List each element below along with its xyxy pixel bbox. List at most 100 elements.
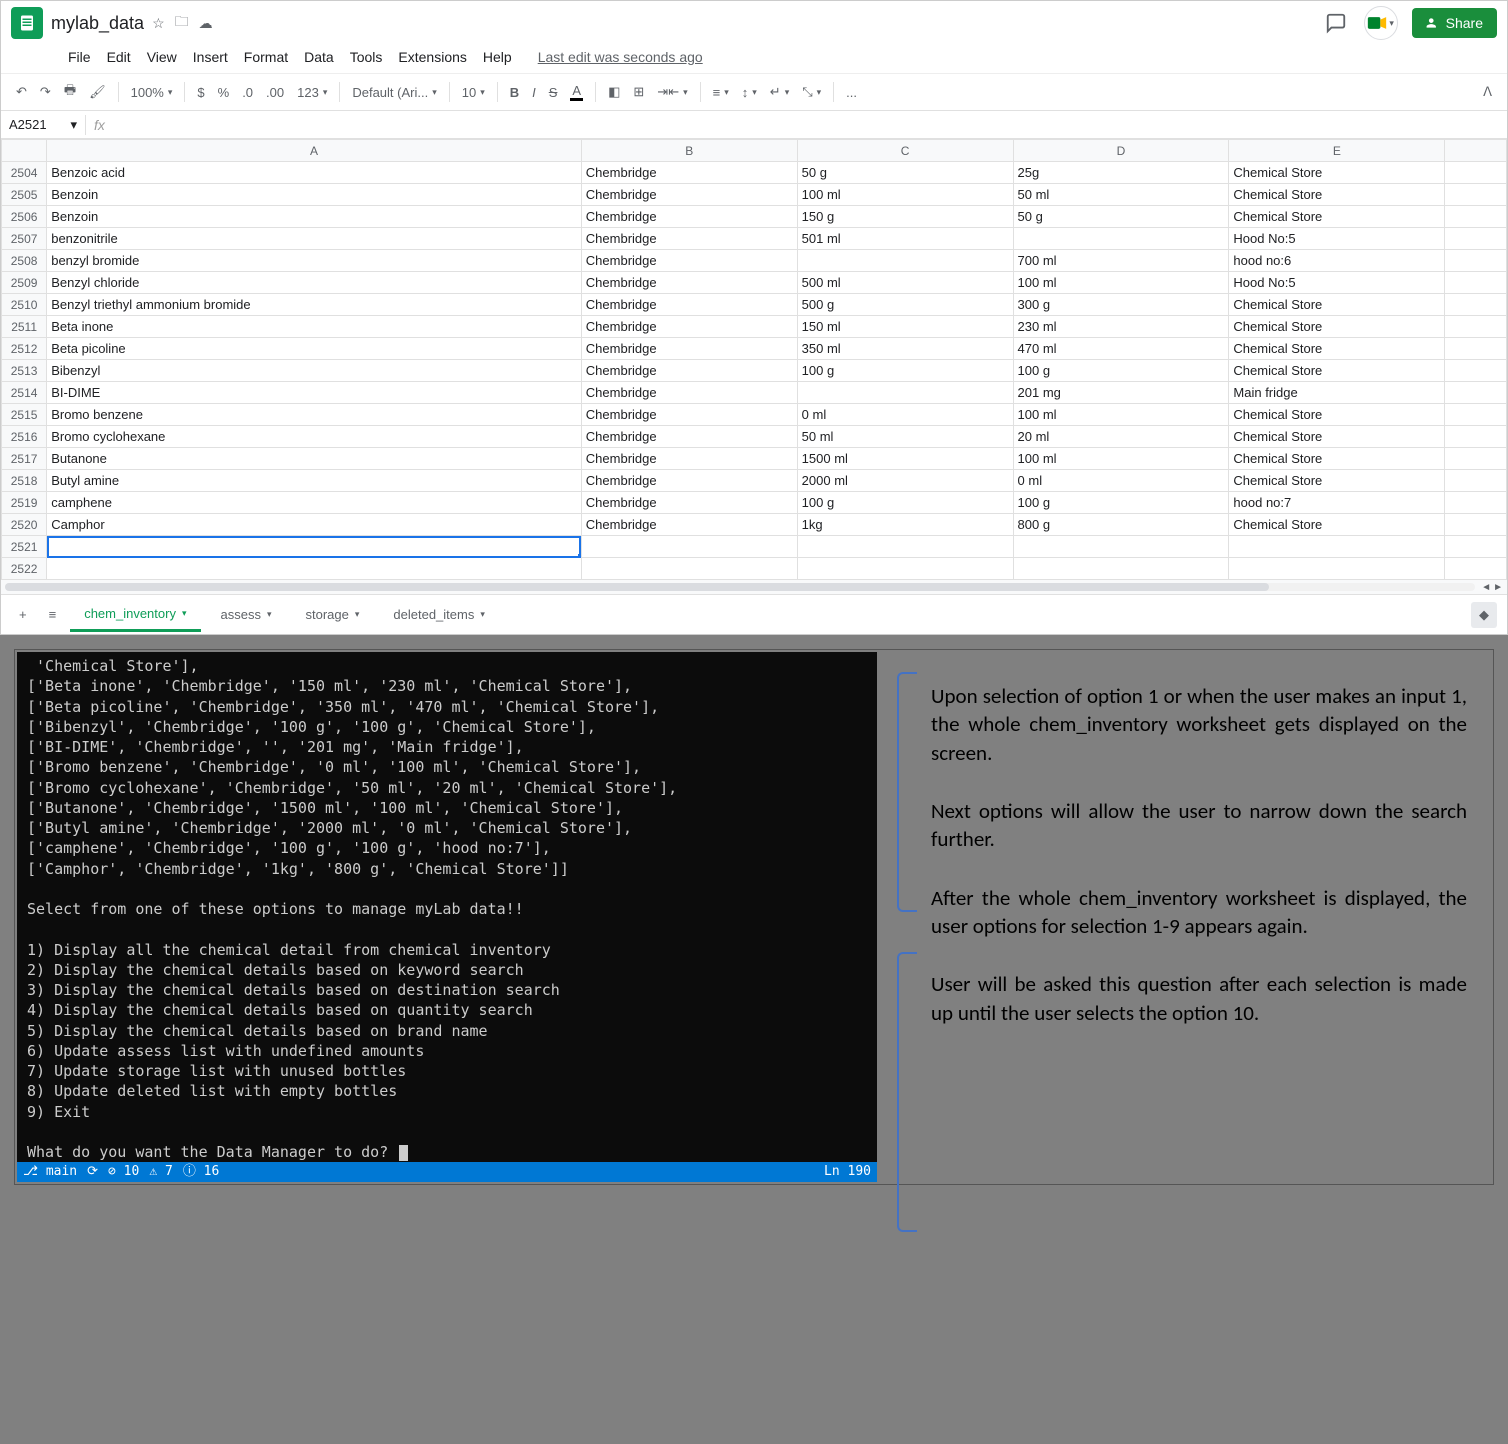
cell[interactable]: Benzyl chloride (47, 272, 582, 294)
cell[interactable] (1445, 250, 1507, 272)
cell[interactable]: Chembridge (581, 206, 797, 228)
cloud-icon[interactable]: ☁ (199, 15, 213, 32)
cell[interactable] (797, 382, 1013, 404)
cell[interactable] (1445, 294, 1507, 316)
increase-decimal-button[interactable]: .00 (261, 81, 289, 104)
move-icon[interactable]: 🗀 (175, 11, 189, 35)
cell[interactable]: Beta inone (47, 316, 582, 338)
cell[interactable]: 500 ml (797, 272, 1013, 294)
cell[interactable] (1445, 206, 1507, 228)
all-sheets-button[interactable]: ≡ (41, 603, 65, 626)
horizontal-scrollbar[interactable]: ◄► (1, 580, 1507, 594)
cell[interactable]: Chemical Store (1229, 184, 1445, 206)
menu-insert[interactable]: Insert (186, 45, 235, 69)
row-header[interactable]: 2509 (2, 272, 47, 294)
zoom-select[interactable]: 100%▾ (126, 81, 178, 104)
cell[interactable]: Bibenzyl (47, 360, 582, 382)
cell[interactable] (797, 250, 1013, 272)
decrease-decimal-button[interactable]: .0 (237, 81, 258, 104)
row-header[interactable]: 2504 (2, 162, 47, 184)
star-icon[interactable]: ☆ (152, 15, 165, 32)
cell[interactable]: Benzyl triethyl ammonium bromide (47, 294, 582, 316)
cell[interactable]: 1kg (797, 514, 1013, 536)
explore-button[interactable]: ◆ (1471, 602, 1497, 628)
redo-icon[interactable]: ↷ (35, 80, 56, 104)
h-align-button[interactable]: ≡▾ (708, 81, 734, 104)
text-color-button[interactable]: A (565, 79, 588, 105)
cell[interactable]: Chemical Store (1229, 162, 1445, 184)
cell[interactable]: 50 ml (797, 426, 1013, 448)
status-warnings[interactable]: ⚠ 7 (149, 1163, 172, 1181)
spreadsheet-grid[interactable]: A B C D E 2504 Benzoic acid Chembridge 5… (1, 139, 1507, 580)
cell[interactable] (1445, 162, 1507, 184)
sheet-tab-deleted_items[interactable]: deleted_items▾ (379, 598, 498, 632)
cell[interactable] (581, 536, 797, 558)
cell[interactable]: 150 ml (797, 316, 1013, 338)
cell[interactable] (797, 536, 1013, 558)
cell[interactable]: 50 ml (1013, 184, 1229, 206)
menu-view[interactable]: View (140, 45, 184, 69)
cell[interactable]: 100 g (797, 360, 1013, 382)
font-select[interactable]: Default (Ari...▾ (347, 81, 441, 104)
cell[interactable]: Beta picoline (47, 338, 582, 360)
cell[interactable]: Benzoic acid (47, 162, 582, 184)
row-header[interactable]: 2515 (2, 404, 47, 426)
cell[interactable] (1445, 426, 1507, 448)
cell[interactable]: Chembridge (581, 162, 797, 184)
name-box[interactable]: A2521▾ (1, 115, 86, 135)
cell[interactable]: Benzoin (47, 206, 582, 228)
cell[interactable]: 50 g (797, 162, 1013, 184)
cell[interactable]: 100 ml (1013, 448, 1229, 470)
cell[interactable] (1445, 448, 1507, 470)
cell[interactable] (47, 536, 582, 558)
row-header[interactable]: 2520 (2, 514, 47, 536)
last-edit-link[interactable]: Last edit was seconds ago (531, 45, 710, 69)
cell[interactable]: Chembridge (581, 448, 797, 470)
cell[interactable]: Chemical Store (1229, 360, 1445, 382)
cell[interactable]: 300 g (1013, 294, 1229, 316)
cell[interactable]: 201 mg (1013, 382, 1229, 404)
cell[interactable]: 25g (1013, 162, 1229, 184)
cell[interactable]: Bromo cyclohexane (47, 426, 582, 448)
rotate-button[interactable]: ⤡▾ (797, 80, 826, 104)
cell[interactable] (1013, 536, 1229, 558)
cell[interactable]: hood no:7 (1229, 492, 1445, 514)
cell[interactable]: 350 ml (797, 338, 1013, 360)
cell[interactable] (581, 558, 797, 580)
menu-file[interactable]: File (61, 45, 98, 69)
cell[interactable]: BI-DIME (47, 382, 582, 404)
bold-button[interactable]: B (505, 81, 524, 104)
cell[interactable]: Hood No:5 (1229, 272, 1445, 294)
cell[interactable]: Chembridge (581, 228, 797, 250)
cell[interactable] (1445, 470, 1507, 492)
cell[interactable]: Bromo benzene (47, 404, 582, 426)
cell[interactable]: Chembridge (581, 272, 797, 294)
print-icon[interactable]: 🖶 (59, 77, 81, 107)
undo-icon[interactable]: ↶ (11, 80, 32, 104)
add-sheet-button[interactable]: + (11, 603, 35, 626)
row-header[interactable]: 2522 (2, 558, 47, 580)
cell[interactable]: hood no:6 (1229, 250, 1445, 272)
italic-button[interactable]: I (527, 81, 541, 104)
row-header[interactable]: 2507 (2, 228, 47, 250)
cell[interactable] (1445, 536, 1507, 558)
cell[interactable]: Benzoin (47, 184, 582, 206)
cell[interactable]: Chemical Store (1229, 404, 1445, 426)
cell[interactable] (1013, 228, 1229, 250)
row-header[interactable]: 2521 (2, 536, 47, 558)
cell[interactable]: 2000 ml (797, 470, 1013, 492)
cell[interactable]: Chembridge (581, 404, 797, 426)
git-branch-icon[interactable]: ⎇ main (23, 1163, 77, 1181)
col-header-A[interactable]: A (47, 140, 582, 162)
cell[interactable]: 100 ml (1013, 404, 1229, 426)
menu-tools[interactable]: Tools (343, 45, 390, 69)
cell[interactable]: Chemical Store (1229, 426, 1445, 448)
status-errors[interactable]: ⊘ 10 (108, 1163, 139, 1181)
col-header-D[interactable]: D (1013, 140, 1229, 162)
sync-icon[interactable]: ⟳ (87, 1163, 98, 1181)
sheet-tab-chem_inventory[interactable]: chem_inventory▾ (70, 598, 200, 632)
row-header[interactable]: 2510 (2, 294, 47, 316)
cell[interactable] (797, 558, 1013, 580)
menu-help[interactable]: Help (476, 45, 519, 69)
cell[interactable] (1445, 382, 1507, 404)
